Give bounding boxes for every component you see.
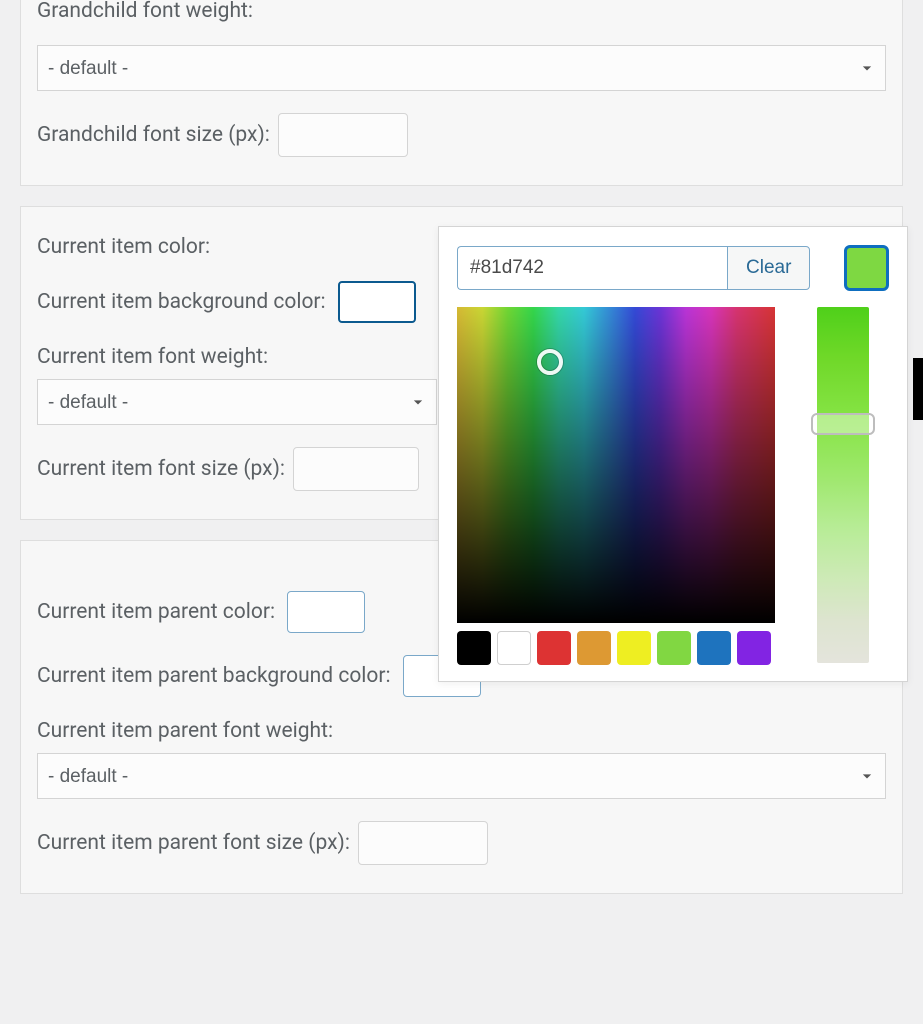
color-current-preview [844, 245, 889, 291]
parent-color-swatch[interactable] [287, 591, 365, 633]
preset-swatch-blue[interactable] [697, 631, 731, 665]
parent-font-weight-label: Current item parent font weight: [37, 719, 878, 743]
scrollbar-thumb[interactable] [913, 358, 923, 420]
color-lightness-handle[interactable] [811, 413, 875, 435]
grandchild-font-weight-select[interactable]: - default - [37, 45, 886, 91]
color-preset-swatches [457, 631, 775, 665]
parent-font-weight-select[interactable]: - default - [37, 753, 886, 799]
preset-swatch-yellow[interactable] [617, 631, 651, 665]
color-hex-input[interactable] [457, 246, 727, 290]
color-lightness-slider[interactable] [817, 307, 869, 663]
preset-swatch-purple[interactable] [737, 631, 771, 665]
color-spectrum-handle[interactable] [537, 349, 563, 375]
current-font-weight-select[interactable]: - default - [37, 379, 437, 425]
current-bg-color-label: Current item background color: [37, 290, 326, 314]
parent-bg-color-label: Current item parent background color: [37, 664, 391, 688]
grandchild-panel: Grandchild font weight: - default - Gran… [20, 0, 903, 186]
preset-swatch-orange[interactable] [577, 631, 611, 665]
current-color-label: Current item color: [37, 235, 210, 259]
preset-swatch-green[interactable] [657, 631, 691, 665]
preset-swatch-red[interactable] [537, 631, 571, 665]
color-clear-button[interactable]: Clear [727, 246, 810, 290]
current-font-size-input[interactable] [293, 447, 419, 491]
grandchild-font-size-input[interactable] [278, 113, 408, 157]
parent-font-size-label: Current item parent font size (px): [37, 831, 350, 855]
color-spectrum[interactable] [457, 307, 775, 623]
current-bg-color-swatch[interactable] [338, 281, 416, 323]
grandchild-font-weight-label: Grandchild font weight: [37, 0, 253, 23]
preset-swatch-black[interactable] [457, 631, 491, 665]
grandchild-font-size-label: Grandchild font size (px): [37, 123, 270, 147]
preset-swatch-white[interactable] [497, 631, 531, 665]
current-font-size-label: Current item font size (px): [37, 457, 285, 481]
parent-font-size-input[interactable] [358, 821, 488, 865]
color-picker-popup: Clear [438, 226, 908, 682]
parent-color-label: Current item parent color: [37, 600, 275, 624]
